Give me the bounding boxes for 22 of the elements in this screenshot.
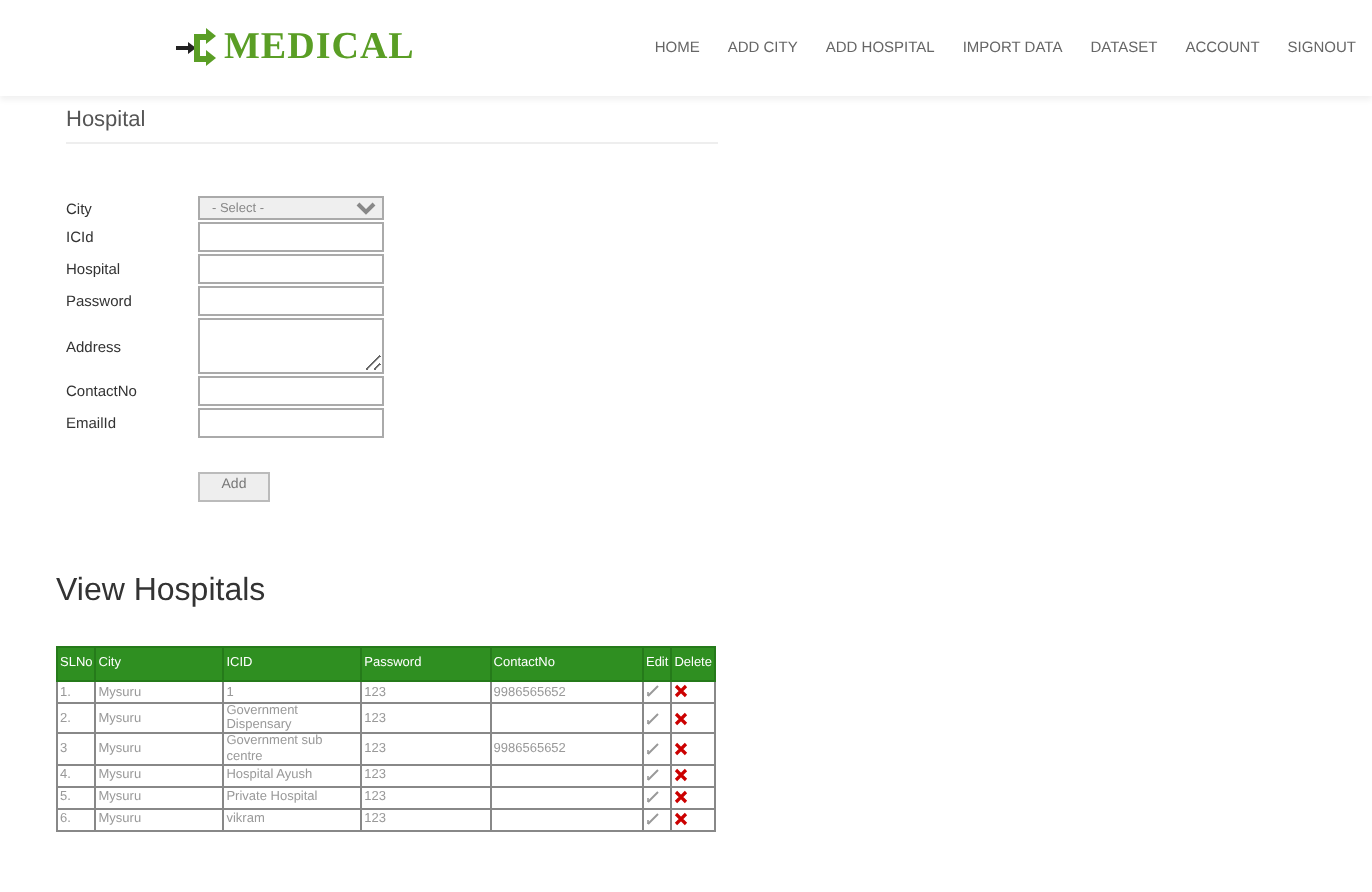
section-title: Hospital [66, 96, 718, 145]
edit-icon[interactable] [645, 684, 660, 699]
logo-icon [176, 28, 216, 68]
text-area[interactable] [198, 318, 384, 375]
section-heading: View Hospitals [56, 572, 268, 611]
input-field[interactable] [198, 222, 384, 253]
delete-icon[interactable] [674, 684, 689, 699]
edit-icon[interactable] [645, 768, 660, 782]
input-field[interactable] [198, 254, 384, 285]
edit-icon[interactable] [645, 741, 660, 756]
input-field[interactable] [198, 408, 384, 439]
brand-name: MEDICAL [224, 23, 415, 72]
delete-icon[interactable] [674, 812, 689, 826]
input-field[interactable] [198, 286, 384, 317]
input-field[interactable] [198, 376, 384, 407]
delete-icon[interactable] [674, 790, 689, 804]
delete-icon[interactable] [674, 711, 689, 726]
delete-icon[interactable] [674, 741, 689, 756]
edit-icon[interactable] [645, 711, 660, 726]
delete-icon[interactable] [674, 768, 689, 782]
edit-icon[interactable] [645, 790, 660, 804]
edit-icon[interactable] [645, 812, 660, 826]
